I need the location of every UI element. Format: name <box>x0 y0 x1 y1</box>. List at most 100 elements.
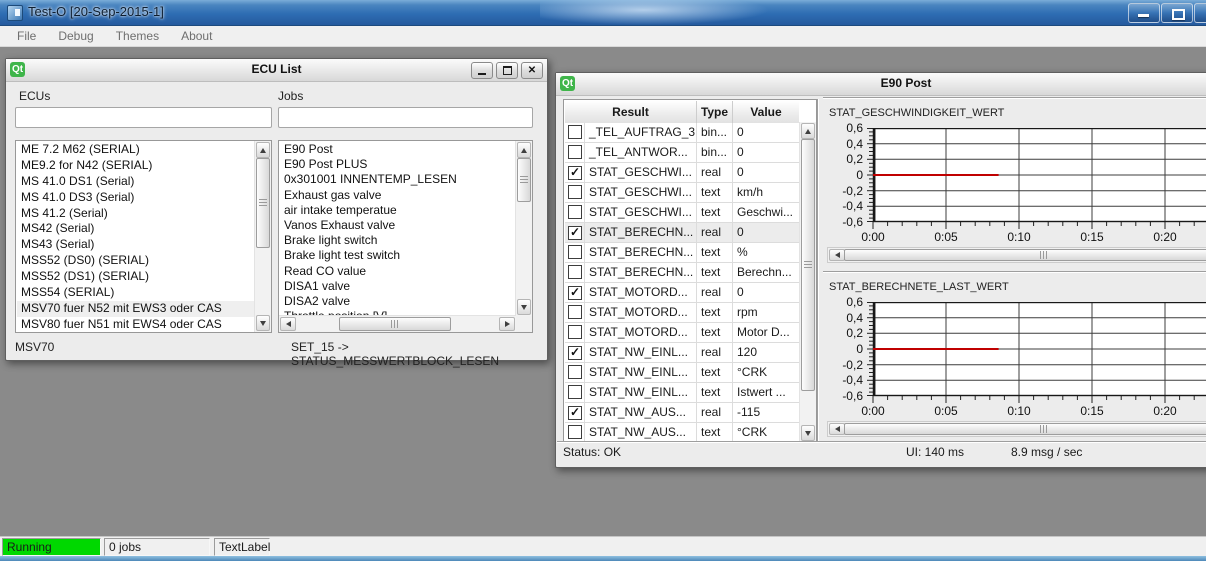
checkbox-checked[interactable]: ✓ <box>568 406 582 420</box>
list-item[interactable]: MSS54 (SERIAL) <box>17 285 254 301</box>
list-item[interactable]: Brake light test switch <box>280 248 515 263</box>
list-item[interactable]: E90 Post PLUS <box>280 157 515 172</box>
checkbox-unchecked[interactable] <box>568 305 582 319</box>
menu-file[interactable]: File <box>6 27 47 45</box>
result-row[interactable]: STAT_NW_AUS...text°CRK <box>565 423 799 443</box>
close-button[interactable] <box>1194 3 1206 23</box>
list-item[interactable]: MS43 (Serial) <box>17 237 254 253</box>
scrollbar-thumb[interactable] <box>256 158 270 248</box>
scroll-right-button[interactable] <box>499 317 515 331</box>
maximize-button[interactable] <box>496 62 518 79</box>
list-item[interactable]: 0x301001 INNENTEMP_LESEN <box>280 172 515 187</box>
list-item[interactable]: MSV80 fuer N51 mit EWS4 oder CAS <box>17 317 254 331</box>
checkbox-unchecked[interactable] <box>568 385 582 399</box>
ecu-list-v-scrollbar[interactable] <box>254 141 271 332</box>
checkbox-unchecked[interactable] <box>568 125 582 139</box>
result-row[interactable]: ✓STAT_GESCHWI...real0 <box>565 163 799 183</box>
checkbox-unchecked[interactable] <box>568 185 582 199</box>
checkbox-checked[interactable]: ✓ <box>568 226 582 240</box>
checkbox-checked[interactable]: ✓ <box>568 166 582 180</box>
list-item[interactable]: MS 41.0 DS3 (Serial) <box>17 190 254 206</box>
result-row[interactable]: STAT_MOTORD...textrpm <box>565 303 799 323</box>
list-item[interactable]: Exhaust gas valve <box>280 188 515 203</box>
table-v-scrollbar[interactable] <box>799 122 816 442</box>
list-item[interactable]: MSS52 (DS0) (SERIAL) <box>17 253 254 269</box>
scrollbar-thumb[interactable] <box>339 317 451 331</box>
y-tick-label: 0,2 <box>846 326 863 340</box>
scroll-down-button[interactable] <box>801 425 815 441</box>
list-item[interactable]: Read CO value <box>280 264 515 279</box>
menu-about[interactable]: About <box>170 27 223 45</box>
scroll-down-button[interactable] <box>256 315 270 331</box>
result-row[interactable]: STAT_NW_EINL...textIstwert ... <box>565 383 799 403</box>
scroll-left-button[interactable] <box>829 249 845 261</box>
scroll-up-button[interactable] <box>256 142 270 158</box>
checkbox-checked[interactable]: ✓ <box>568 286 582 300</box>
close-button[interactable]: ✕ <box>521 62 543 79</box>
list-item[interactable]: Brake light switch <box>280 233 515 248</box>
scroll-up-button[interactable] <box>801 123 815 139</box>
result-row[interactable]: STAT_MOTORD...textMotor D... <box>565 323 799 343</box>
checkbox-unchecked[interactable] <box>568 145 582 159</box>
scrollbar-thumb[interactable] <box>844 423 1206 435</box>
list-item[interactable]: DISA2 valve <box>280 294 515 309</box>
list-item[interactable]: MSS52 (DS1) (SERIAL) <box>17 269 254 285</box>
ecu-filter-input[interactable] <box>15 107 272 128</box>
checkbox-unchecked[interactable] <box>568 245 582 259</box>
result-row[interactable]: STAT_BERECHN...textBerechn... <box>565 263 799 283</box>
scrollbar-thumb[interactable] <box>517 158 531 202</box>
list-item[interactable]: ME9.2 for N42 (SERIAL) <box>17 158 254 174</box>
result-row[interactable]: _TEL_AUFTRAG_3bin...0 <box>565 123 799 143</box>
minimize-button[interactable] <box>471 62 493 79</box>
scroll-left-button[interactable] <box>829 423 845 435</box>
maximize-button[interactable] <box>1161 3 1193 23</box>
list-item[interactable]: MS 41.2 (Serial) <box>17 206 254 222</box>
menu-themes[interactable]: Themes <box>105 27 170 45</box>
list-item[interactable]: MS42 (Serial) <box>17 221 254 237</box>
checkbox-unchecked[interactable] <box>568 205 582 219</box>
column-header-type[interactable]: Type <box>697 101 733 123</box>
list-item[interactable]: air intake temperatue <box>280 203 515 218</box>
jobs-list-v-scrollbar[interactable] <box>515 141 532 316</box>
job-filter-input[interactable] <box>278 107 533 128</box>
chart-h-scrollbar[interactable] <box>827 247 1206 263</box>
taskbar-edge <box>0 556 1206 561</box>
minimize-button[interactable] <box>1128 3 1160 23</box>
checkbox-checked[interactable]: ✓ <box>568 346 582 360</box>
main-titlebar[interactable]: Test-O [20-Sep-2015-1] <box>0 0 1206 26</box>
panel-splitter[interactable] <box>817 99 819 441</box>
result-row[interactable]: ✓STAT_BERECHN...real0 <box>565 223 799 243</box>
scrollbar-thumb[interactable] <box>801 139 815 391</box>
scroll-left-button[interactable] <box>280 317 296 331</box>
list-item[interactable]: MSV70 fuer N52 mit EWS3 oder CAS <box>17 301 254 317</box>
checkbox-unchecked[interactable] <box>568 425 582 439</box>
result-row[interactable]: ✓STAT_NW_EINL...real120 <box>565 343 799 363</box>
result-row[interactable]: STAT_BERECHN...text% <box>565 243 799 263</box>
chart-h-scrollbar[interactable] <box>827 421 1206 437</box>
cell-result: STAT_BERECHN... <box>585 223 697 242</box>
column-header-result[interactable]: Result <box>565 101 697 123</box>
scroll-up-button[interactable] <box>517 142 531 158</box>
x-tick-label: 0:05 <box>934 230 957 244</box>
result-row[interactable]: STAT_GESCHWI...textGeschwi... <box>565 203 799 223</box>
result-row[interactable]: ✓STAT_MOTORD...real0 <box>565 283 799 303</box>
menu-debug[interactable]: Debug <box>47 27 104 45</box>
list-item[interactable]: MS 41.0 DS1 (Serial) <box>17 174 254 190</box>
list-item[interactable]: E90 Post <box>280 142 515 157</box>
scrollbar-thumb[interactable] <box>844 249 1206 261</box>
checkbox-unchecked[interactable] <box>568 265 582 279</box>
ecu-window-titlebar[interactable]: Qt ECU List ✕ <box>6 59 547 82</box>
scroll-down-button[interactable] <box>517 299 531 315</box>
list-item[interactable]: DISA1 valve <box>280 279 515 294</box>
list-item[interactable]: Vanos Exhaust valve <box>280 218 515 233</box>
checkbox-unchecked[interactable] <box>568 325 582 339</box>
column-header-value[interactable]: Value <box>733 101 799 123</box>
jobs-list-h-scrollbar[interactable] <box>279 315 516 332</box>
result-row[interactable]: STAT_GESCHWI...textkm/h <box>565 183 799 203</box>
e90-window-titlebar[interactable]: Qt E90 Post <box>556 73 1206 96</box>
result-row[interactable]: _TEL_ANTWOR...bin...0 <box>565 143 799 163</box>
result-row[interactable]: STAT_NW_EINL...text°CRK <box>565 363 799 383</box>
list-item[interactable]: ME 7.2 M62 (SERIAL) <box>17 142 254 158</box>
checkbox-unchecked[interactable] <box>568 365 582 379</box>
result-row[interactable]: ✓STAT_NW_AUS...real-115 <box>565 403 799 423</box>
